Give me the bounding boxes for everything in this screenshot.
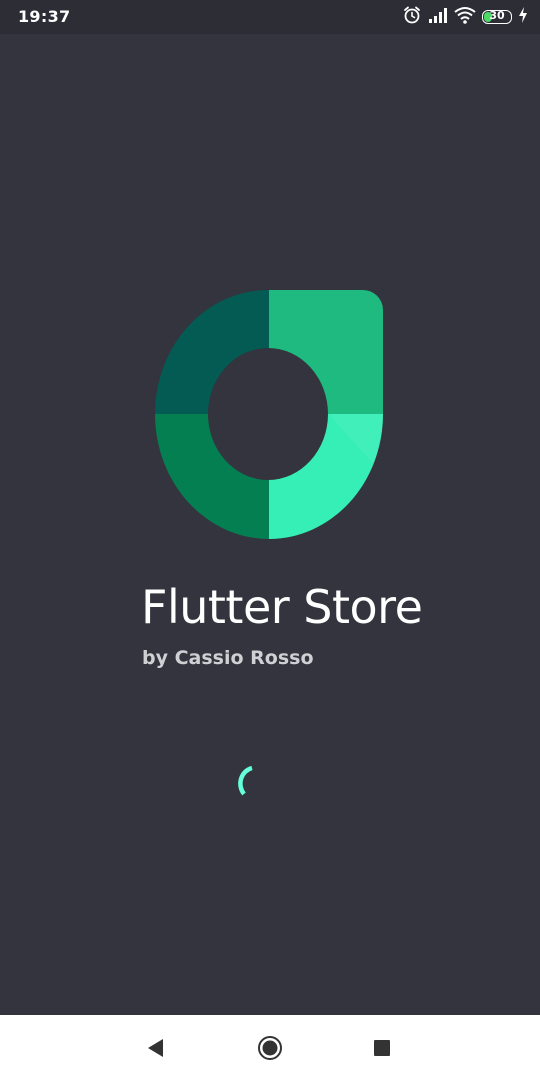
logo-mark: [155, 289, 383, 539]
recents-button[interactable]: [367, 1033, 397, 1063]
recents-icon: [374, 1040, 390, 1056]
battery-icon: 30: [482, 9, 512, 24]
spinner-arc: [238, 765, 253, 796]
signal-icon: [428, 6, 448, 28]
app-title: Flutter Store: [141, 580, 423, 634]
flutter-store-logo: [155, 289, 383, 539]
wifi-icon: [454, 6, 476, 28]
logo-hole: [208, 348, 328, 480]
back-icon: [148, 1039, 163, 1057]
alarm-icon: [402, 5, 422, 29]
loading-spinner: [238, 765, 253, 796]
charging-icon: [518, 7, 528, 27]
status-bar: 19:37 30: [0, 0, 540, 34]
status-time: 19:37: [18, 7, 71, 26]
back-button[interactable]: [141, 1033, 171, 1063]
navigation-bar: [0, 1015, 540, 1080]
status-icons: 30: [402, 5, 528, 29]
app-subtitle: by Cassio Rosso: [142, 647, 314, 669]
home-button[interactable]: [255, 1033, 285, 1063]
battery-level: 30: [489, 9, 505, 22]
home-icon: [258, 1036, 282, 1060]
